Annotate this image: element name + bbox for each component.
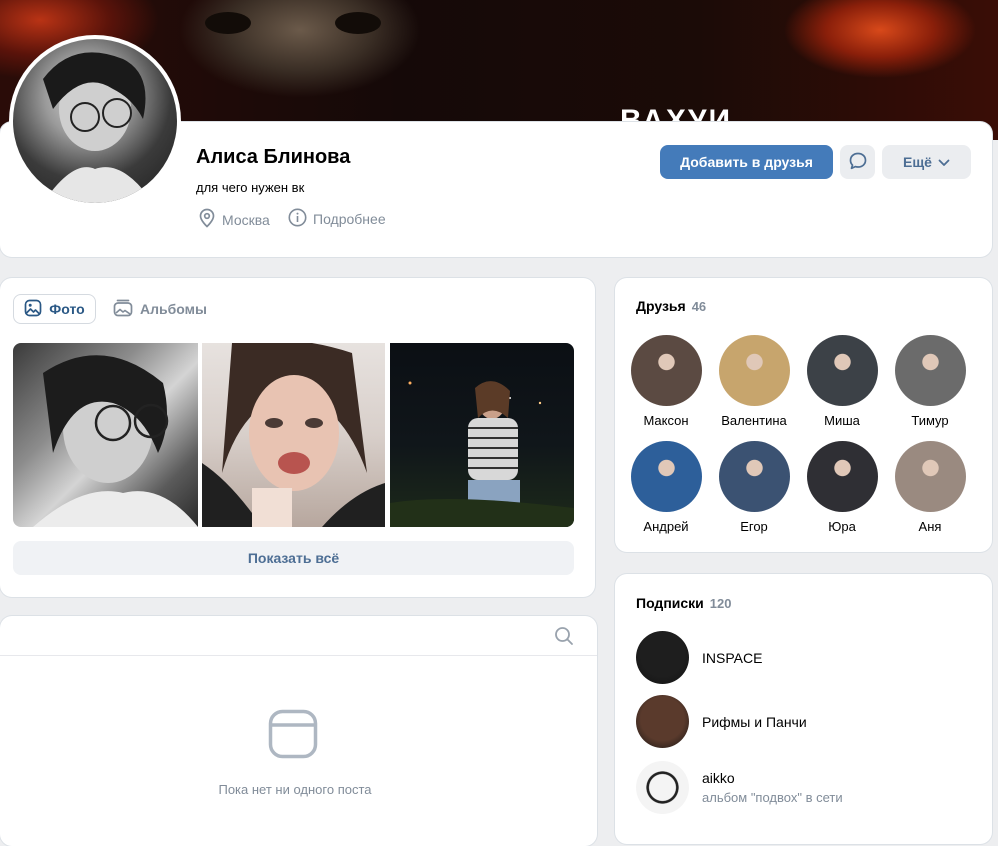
- avatar: [636, 761, 689, 814]
- subscription-item[interactable]: Рифмы и Панчи: [636, 695, 807, 748]
- photo-thumbnail[interactable]: [202, 343, 385, 527]
- profile-name: Алиса Блинова: [196, 146, 351, 168]
- subscription-item[interactable]: INSPACE: [636, 631, 762, 684]
- avatar: [636, 695, 689, 748]
- avatar: [630, 441, 702, 512]
- empty-wall-icon: [268, 709, 318, 764]
- subscription-name: INSPACE: [702, 649, 763, 666]
- show-all-photos-button[interactable]: Показать всё: [13, 541, 574, 575]
- avatar: [806, 441, 878, 512]
- friend-name: Егор: [740, 519, 768, 534]
- profile-avatar[interactable]: [9, 35, 181, 207]
- friend-item[interactable]: Юра: [798, 441, 886, 534]
- tab-albums[interactable]: Альбомы: [113, 294, 207, 324]
- profile-more-label: Подробнее: [313, 211, 386, 227]
- chat-bubble-icon: [848, 151, 868, 174]
- friend-item[interactable]: Аня: [886, 441, 974, 534]
- subscription-description: альбом "подвох" в сети: [702, 790, 843, 805]
- avatar: [894, 335, 966, 406]
- avatar: [636, 631, 689, 684]
- friend-item[interactable]: Миша: [798, 335, 886, 428]
- subscriptions-title: Подписки: [636, 595, 704, 611]
- friend-item[interactable]: Максон: [622, 335, 710, 428]
- avatar: [894, 441, 966, 512]
- friend-item[interactable]: Тимур: [886, 335, 974, 428]
- friend-name: Валентина: [721, 413, 787, 428]
- friends-title: Друзья: [636, 298, 686, 314]
- image-icon: [24, 299, 42, 320]
- chevron-down-icon: [938, 154, 950, 170]
- more-menu-label: Ещё: [903, 154, 932, 170]
- profile-status: для чего нужен вк: [196, 180, 305, 195]
- friend-name: Тимур: [911, 413, 949, 428]
- friend-name: Андрей: [643, 519, 689, 534]
- friend-name: Аня: [918, 519, 942, 534]
- tab-albums-label: Альбомы: [140, 301, 207, 317]
- add-friend-button[interactable]: Добавить в друзья: [660, 145, 833, 179]
- photo-thumbnail[interactable]: [390, 343, 574, 527]
- albums-icon: [113, 299, 133, 320]
- cover-decoration: [205, 12, 251, 34]
- avatar: [718, 441, 790, 512]
- friend-item[interactable]: Егор: [710, 441, 798, 534]
- tab-photos[interactable]: Фото: [13, 294, 96, 324]
- friends-header[interactable]: Друзья 46: [636, 298, 706, 314]
- profile-city[interactable]: Москва: [198, 208, 270, 231]
- subscription-item[interactable]: aikko альбом "подвох" в сети: [636, 761, 843, 814]
- avatar: [630, 335, 702, 406]
- friends-count: 46: [691, 299, 707, 314]
- profile-city-label: Москва: [222, 211, 270, 228]
- info-icon: [288, 208, 307, 230]
- avatar: [806, 335, 878, 406]
- search-icon[interactable]: [554, 626, 574, 651]
- location-pin-icon: [198, 208, 216, 231]
- subscription-name: Рифмы и Панчи: [702, 713, 807, 730]
- friend-name: Юра: [828, 519, 856, 534]
- subscription-name: aikko: [702, 770, 735, 786]
- tab-photos-label: Фото: [49, 301, 85, 317]
- friend-item[interactable]: Андрей: [622, 441, 710, 534]
- subscriptions-count: 120: [709, 596, 732, 611]
- friend-name: Максон: [643, 413, 689, 428]
- friend-name: Миша: [824, 413, 860, 428]
- empty-wall-text: Пока нет ни одного поста: [218, 782, 372, 797]
- avatar: [718, 335, 790, 406]
- profile-more-info[interactable]: Подробнее: [288, 208, 386, 230]
- photo-thumbnail[interactable]: [13, 343, 198, 527]
- cover-decoration: [335, 12, 381, 34]
- divider: [0, 655, 597, 656]
- friend-item[interactable]: Валентина: [710, 335, 798, 428]
- more-menu-button[interactable]: Ещё: [882, 145, 971, 179]
- subscriptions-header[interactable]: Подписки 120: [636, 595, 731, 611]
- message-button[interactable]: [840, 145, 875, 179]
